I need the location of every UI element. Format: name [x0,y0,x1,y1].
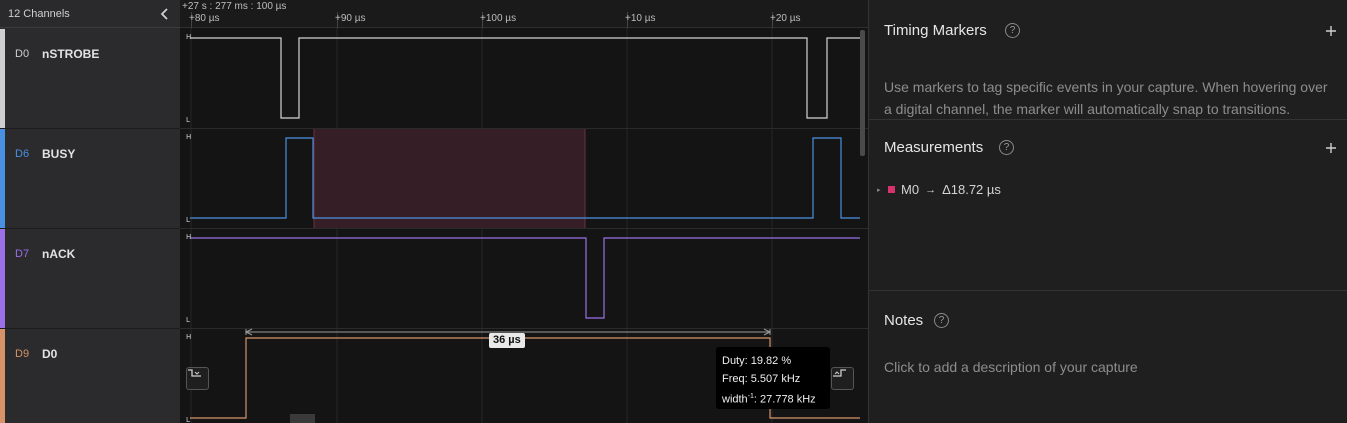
level-high-label: H [186,33,191,41]
measurement-highlight-region [314,129,585,228]
channel-name: nACK [42,247,76,261]
tick-label: +80 µs [189,13,220,24]
waveform-d7-nack [190,237,860,319]
channel-color-stripe [0,329,5,423]
notes-help-icon[interactable]: ? [934,313,949,328]
falling-edge-icon [188,369,201,377]
pulse-width-label: 36 µs [489,333,525,348]
time-origin-label: +27 s : 277 ms : 100 µs [182,1,287,12]
level-low-label: L [186,416,190,423]
channel-count: 12 Channels [8,7,70,20]
side-panel: Timing Markers ? Use markers to tag spec… [868,0,1347,423]
chevron-left-icon [160,7,168,20]
level-low-label: L [186,216,190,224]
channel-name: D0 [42,347,58,361]
channel-row-d0[interactable]: D0 nSTROBE [0,29,180,129]
channel-color-stripe [0,29,5,128]
measurement-tooltip: Duty: 19.82 % Freq: 5.507 kHz width-1: 2… [716,347,830,409]
level-high-label: H [186,233,191,241]
next-edge-button[interactable] [831,367,854,390]
duty-readout: Duty: 19.82 % [722,355,792,367]
plus-icon [1326,143,1336,153]
previous-edge-button[interactable] [186,367,209,390]
measurements-title: Measurements [884,139,984,156]
channel-sidebar-header: 12 Channels [0,0,180,28]
vertical-scrollbar[interactable] [860,30,865,156]
notes-title: Notes [884,312,924,329]
channel-color-stripe [0,129,5,228]
expand-caret-icon[interactable]: ▸ [877,186,885,194]
timing-markers-title: Timing Markers [884,22,987,39]
plus-icon [1326,26,1336,36]
timing-markers-description: Use markers to tag specific events in yo… [884,79,1328,117]
notes-input[interactable]: Click to add a description of your captu… [884,356,1334,378]
time-ruler[interactable]: +27 s : 277 ms : 100 µs +80 µs +90 µs +1… [180,0,868,28]
section-divider [869,119,1347,120]
level-low-label: L [186,316,190,324]
measurement-item[interactable]: ▸ M0 → Δ18.72 µs [877,182,1001,197]
section-divider [869,290,1347,291]
measurements-help-icon[interactable]: ? [999,140,1014,155]
add-timing-marker-button[interactable] [1324,24,1338,38]
channel-id: D6 [15,148,30,160]
logic-analyzer-window: 12 Channels D0 nSTROBE D6 BUSY D7 nACK D… [0,0,1347,423]
channel-row-d9[interactable]: D9 D0 [0,329,180,423]
channel-name: nSTROBE [42,47,100,61]
measurement-label: M0 [901,182,920,197]
tick-label: +100 µs [480,13,517,24]
channel-color-stripe [0,229,5,328]
add-measurement-button[interactable] [1324,141,1338,155]
channel-id: D7 [15,248,30,260]
channel-id: D9 [15,348,30,360]
channel-id: D0 [15,48,30,60]
horizontal-scrollbar-thumb[interactable] [290,414,315,423]
channel-sidebar: 12 Channels D0 nSTROBE D6 BUSY D7 nACK D… [0,0,180,423]
collapse-sidebar-button[interactable] [158,7,172,21]
tick-label: +90 µs [335,13,366,24]
channel-row-d7[interactable]: D7 nACK [0,229,180,329]
inverse-width-readout: width-1: 27.778 kHz [722,393,816,406]
tick-label: +10 µs [625,13,656,24]
level-high-label: H [186,133,191,141]
level-low-label: L [186,116,190,124]
channel-name: BUSY [42,147,76,161]
waveform-viewer[interactable]: H L H L H L H L +27 s : 277 ms : 100 µs … [180,0,868,423]
level-high-label: H [186,333,191,341]
tick-label: +20 µs [770,13,801,24]
measurement-color-swatch [888,186,895,193]
waveform-d0-nstrobe [190,37,860,119]
rising-edge-icon [833,369,846,377]
measurement-value: Δ18.72 µs [942,182,1001,197]
freq-readout: Freq: 5.507 kHz [722,373,801,385]
channel-row-d6[interactable]: D6 BUSY [0,129,180,229]
arrow-right-icon: → [925,183,937,196]
timing-markers-help-icon[interactable]: ? [1005,23,1020,38]
